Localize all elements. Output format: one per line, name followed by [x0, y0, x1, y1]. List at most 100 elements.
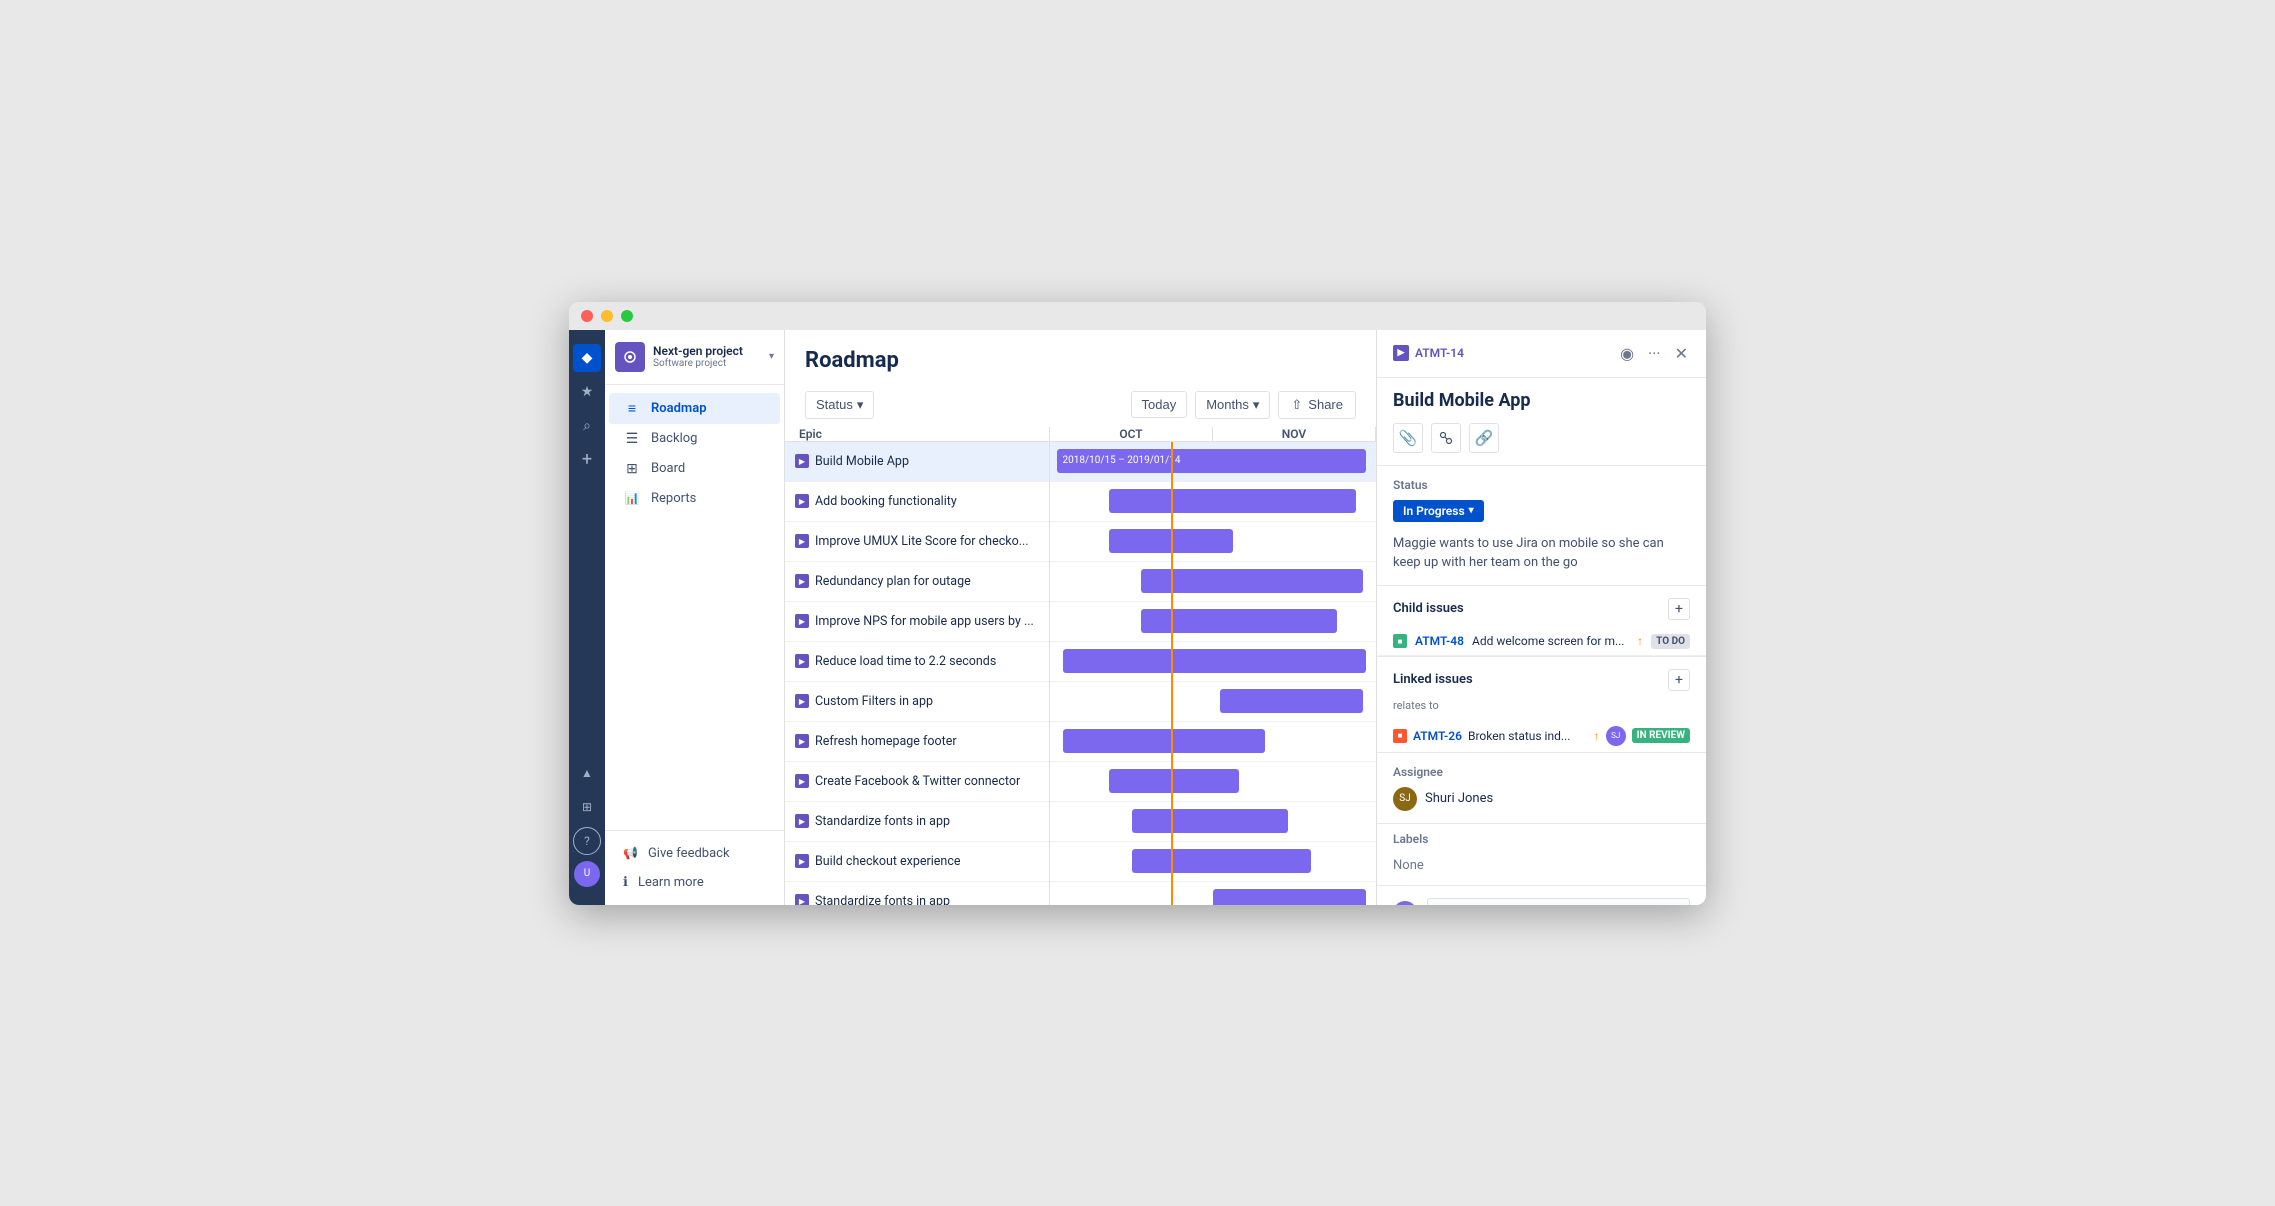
- detail-description: Maggie wants to use Jira on mobile so sh…: [1377, 534, 1706, 586]
- close-icon[interactable]: ✕: [1673, 342, 1690, 365]
- gantt-label-row-9[interactable]: ▶ Create Facebook & Twitter connector: [785, 762, 1049, 802]
- gantt-label-row-7[interactable]: ▶ Custom Filters in app: [785, 682, 1049, 722]
- sidebar-footer: 📢 Give feedback ℹ Learn more: [605, 830, 784, 905]
- child-issues-title: Child issues: [1393, 601, 1464, 616]
- gantt-row-label-text[interactable]: ▶ Custom Filters in app: [785, 682, 1050, 721]
- linked-issue-icon: ■: [1393, 729, 1407, 743]
- gantt-label-row-10[interactable]: ▶ Standardize fonts in app: [785, 802, 1049, 842]
- gantt-row-label-text[interactable]: ▶ Add booking functionality: [785, 482, 1050, 521]
- add-linked-issue-button[interactable]: +: [1668, 669, 1690, 691]
- gantt-row-label-text[interactable]: ▶ Improve NPS for mobile app users by ..…: [785, 602, 1050, 641]
- sidebar-label-reports: Reports: [651, 491, 696, 506]
- minimize-dot[interactable]: [601, 310, 613, 322]
- today-button[interactable]: Today: [1131, 391, 1188, 418]
- app-body: ◆ ★ ⌕ + ▲ ⊞ ? U: [569, 330, 1706, 905]
- gantt-chart-area: OCT NOV 2018/10/15 – 2019/01/14: [1050, 427, 1376, 905]
- board-nav-icon: ⊞: [623, 461, 641, 477]
- gantt-row-label-text[interactable]: ▶ Create Facebook & Twitter connector: [785, 762, 1050, 801]
- gantt-row-label-text[interactable]: ▶ Redundancy plan for outage: [785, 562, 1050, 601]
- gantt-label-row-5[interactable]: ▶ Improve NPS for mobile app users by ..…: [785, 602, 1049, 642]
- child-link-button[interactable]: [1431, 423, 1461, 453]
- gantt-label-row-4[interactable]: ▶ Redundancy plan for outage: [785, 562, 1049, 602]
- chevron-down-icon: ▾: [769, 351, 774, 362]
- close-dot[interactable]: [581, 310, 593, 322]
- gantt-label-row-2[interactable]: ▶ Add booking functionality: [785, 482, 1049, 522]
- app-window: ◆ ★ ⌕ + ▲ ⊞ ? U: [569, 302, 1706, 905]
- gantt-row-label-text[interactable]: ▶ Build Mobile App: [785, 442, 1050, 481]
- attachment-button[interactable]: 📎: [1393, 423, 1423, 453]
- gantt-bar-8: [1063, 729, 1265, 753]
- detail-toolbar: 📎 🔗: [1377, 423, 1706, 466]
- toolbar: Status ▾ Today Months ▾ ⇧ Share: [785, 383, 1376, 427]
- gantt-bars-area: 2018/10/15 – 2019/01/14: [1050, 442, 1376, 905]
- give-feedback-item[interactable]: 📢 Give feedback: [609, 839, 780, 868]
- icon-bar-top: ◆ ★ ⌕ +: [573, 340, 601, 755]
- gantt-bar-row-7: [1050, 682, 1376, 722]
- gantt-row-label-text[interactable]: ▶ Improve UMUX Lite Score for checko...: [785, 522, 1050, 561]
- gantt-row-label-text[interactable]: ▶ Reduce load time to 2.2 seconds: [785, 642, 1050, 681]
- gantt-label-row-3[interactable]: ▶ Improve UMUX Lite Score for checko...: [785, 522, 1049, 562]
- sidebar-item-reports[interactable]: 📊 Reports: [609, 484, 780, 513]
- apps-grid-icon[interactable]: ⊞: [573, 793, 601, 821]
- months-button[interactable]: Months ▾: [1195, 391, 1270, 419]
- notifications-icon[interactable]: ▲: [573, 759, 601, 787]
- detail-panel: ▶ ATMT-14 ◉ ··· ✕ Build Mobile App 📎: [1376, 330, 1706, 905]
- link-button[interactable]: 🔗: [1469, 423, 1499, 453]
- gantt-row-label-text[interactable]: ▶ Standardize fonts in app: [785, 882, 1050, 905]
- status-filter-button[interactable]: Status ▾: [805, 391, 874, 419]
- gantt-row-label-text[interactable]: ▶ Build checkout experience: [785, 842, 1050, 881]
- epic-icon: ▶: [795, 854, 809, 868]
- status-badge[interactable]: In Progress ▾: [1393, 500, 1484, 522]
- home-icon[interactable]: ◆: [573, 344, 601, 372]
- child-issues-header: Child issues +: [1377, 586, 1706, 628]
- sidebar-item-board[interactable]: ⊞ Board: [609, 454, 780, 484]
- linked-issue-text: Broken status ind...: [1468, 729, 1588, 743]
- status-chevron-icon: ▾: [1469, 505, 1474, 516]
- gantt-chart: Epic ▶ Build Mobile App ▶: [785, 427, 1376, 905]
- detail-issue-id: ▶ ATMT-14: [1393, 345, 1464, 361]
- info-icon: ℹ: [623, 875, 628, 890]
- gantt-bar-7: [1220, 689, 1363, 713]
- month-oct: OCT: [1050, 427, 1213, 441]
- help-icon[interactable]: ?: [573, 827, 601, 855]
- gantt-row-label-text[interactable]: ▶ Refresh homepage footer: [785, 722, 1050, 761]
- row-label: Standardize fonts in app: [815, 814, 950, 829]
- learn-more-item[interactable]: ℹ Learn more: [609, 868, 780, 897]
- sidebar-nav: ≡ Roadmap ☰ Backlog ⊞ Board 📊 Reports: [605, 385, 784, 830]
- gantt-label-rows: ▶ Build Mobile App ▶ Add booking functio…: [785, 442, 1049, 905]
- assignee-avatar: SJ: [1393, 787, 1417, 811]
- child-issue-item-1[interactable]: ■ ATMT-48 Add welcome screen for m... ↑ …: [1377, 628, 1706, 656]
- gantt-label-row-6[interactable]: ▶ Reduce load time to 2.2 seconds: [785, 642, 1049, 682]
- share-icon: ⇧: [1291, 397, 1302, 413]
- gantt-bar-row-3: [1050, 522, 1376, 562]
- gantt-row-label-text[interactable]: ▶ Standardize fonts in app: [785, 802, 1050, 841]
- starred-icon[interactable]: ★: [573, 378, 601, 406]
- epic-icon: ▶: [795, 494, 809, 508]
- sidebar-item-backlog[interactable]: ☰ Backlog: [609, 424, 780, 454]
- share-button[interactable]: ⇧ Share: [1278, 391, 1356, 419]
- gantt-label-row-8[interactable]: ▶ Refresh homepage footer: [785, 722, 1049, 762]
- linked-priority-icon: ↑: [1594, 729, 1600, 743]
- avatar[interactable]: U: [574, 861, 600, 887]
- add-child-issue-button[interactable]: +: [1668, 598, 1690, 620]
- comment-input[interactable]: [1427, 898, 1690, 905]
- gantt-label-row-1[interactable]: ▶ Build Mobile App: [785, 442, 1049, 482]
- reports-nav-icon: 📊: [623, 491, 641, 505]
- search-icon[interactable]: ⌕: [573, 412, 601, 440]
- epic-icon: ▶: [795, 774, 809, 788]
- project-selector[interactable]: Next-gen project Software project ▾: [605, 330, 784, 385]
- linked-issue-item-1[interactable]: ■ ATMT-26 Broken status ind... ↑ SJ IN R…: [1377, 720, 1706, 752]
- sidebar-label-roadmap: Roadmap: [651, 401, 707, 416]
- more-options-icon[interactable]: ···: [1646, 342, 1663, 365]
- assignee-label: Assignee: [1393, 765, 1690, 779]
- gantt-label-row-11[interactable]: ▶ Build checkout experience: [785, 842, 1049, 882]
- watch-icon[interactable]: ◉: [1618, 342, 1636, 365]
- assignee-row: SJ Shuri Jones: [1393, 787, 1690, 811]
- create-icon[interactable]: +: [573, 446, 601, 474]
- maximize-dot[interactable]: [621, 310, 633, 322]
- sidebar-item-roadmap[interactable]: ≡ Roadmap: [609, 393, 780, 424]
- project-name: Next-gen project: [653, 344, 761, 358]
- epic-icon: ▶: [795, 694, 809, 708]
- gantt-label-row-12[interactable]: ▶ Standardize fonts in app: [785, 882, 1049, 905]
- gantt-bar-11: [1132, 849, 1311, 873]
